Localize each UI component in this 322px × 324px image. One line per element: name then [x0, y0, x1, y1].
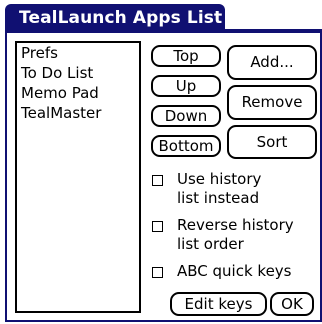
ok-button[interactable]: OK: [270, 292, 314, 316]
top-button[interactable]: Top: [151, 45, 221, 67]
dialog-title: TealLaunch Apps List: [19, 8, 223, 28]
reverse-history-label-line1: Reverse history: [177, 216, 294, 234]
apps-list[interactable]: Prefs To Do List Memo Pad TealMaster: [15, 41, 141, 313]
top-button-label: Top: [173, 47, 199, 65]
down-button[interactable]: Down: [151, 105, 221, 127]
down-button-label: Down: [164, 107, 208, 125]
up-button-label: Up: [175, 77, 197, 95]
list-item[interactable]: Memo Pad: [21, 85, 99, 102]
bottom-button[interactable]: Bottom: [151, 135, 221, 157]
edit-keys-button[interactable]: Edit keys: [170, 292, 267, 316]
abc-quick-keys-label: ABC quick keys: [177, 262, 292, 280]
up-button[interactable]: Up: [151, 75, 221, 97]
reverse-history-checkbox[interactable]: [152, 221, 163, 232]
list-item[interactable]: TealMaster: [21, 105, 101, 122]
reverse-history-label-line2: list order: [177, 235, 244, 253]
use-history-option[interactable]: Use history list instead: [152, 170, 312, 214]
list-item[interactable]: To Do List: [21, 65, 93, 82]
sort-button[interactable]: Sort: [227, 125, 317, 159]
bottom-button-label: Bottom: [158, 137, 214, 155]
ok-button-label: OK: [281, 295, 303, 313]
remove-button[interactable]: Remove: [227, 85, 317, 120]
add-button[interactable]: Add...: [227, 45, 317, 80]
abc-quick-keys-checkbox[interactable]: [152, 267, 163, 278]
list-item[interactable]: Prefs: [21, 45, 58, 62]
abc-quick-keys-option[interactable]: ABC quick keys: [152, 262, 317, 284]
use-history-label-line1: Use history: [177, 170, 262, 188]
dialog-window: TealLaunch Apps List Prefs To Do List Me…: [0, 0, 322, 324]
use-history-checkbox[interactable]: [152, 175, 163, 186]
use-history-label-line2: list instead: [177, 189, 260, 207]
reverse-history-option[interactable]: Reverse history list order: [152, 216, 317, 260]
remove-button-label: Remove: [241, 93, 303, 111]
add-button-label: Add...: [250, 53, 294, 71]
edit-keys-button-label: Edit keys: [184, 295, 253, 313]
sort-button-label: Sort: [256, 133, 288, 151]
